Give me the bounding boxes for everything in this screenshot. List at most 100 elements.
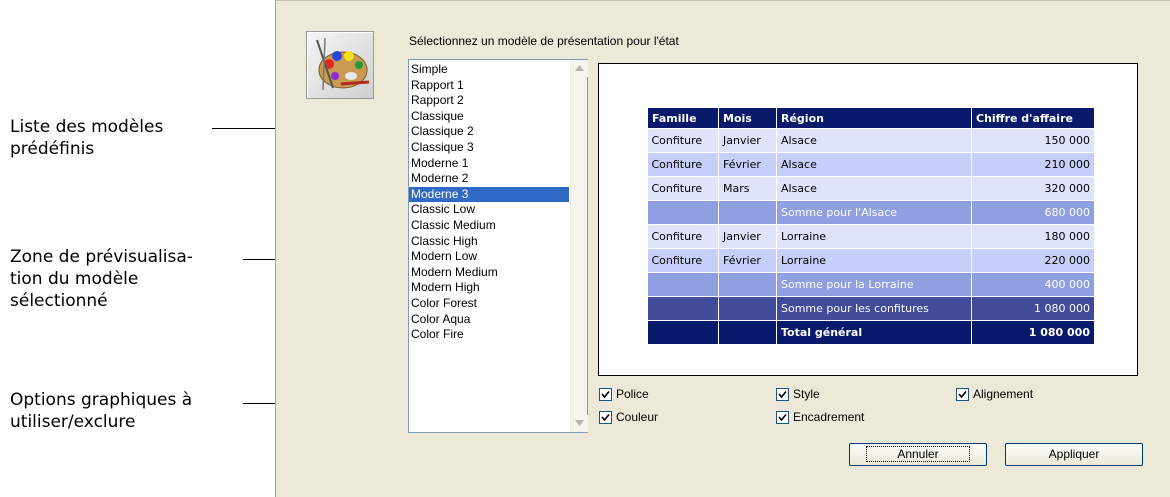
preview-row: Confiture Janvier Lorraine 180 000	[647, 224, 1095, 249]
checkmark-icon	[601, 390, 610, 398]
callout-options: Options graphiques à utiliser/exclure	[10, 389, 192, 433]
preview-cell: 400 000	[971, 272, 1095, 297]
preview-cell: 320 000	[971, 176, 1095, 201]
preview-row: Somme pour la Lorraine 400 000	[647, 272, 1095, 297]
preview-cell: Somme pour l'Alsace	[776, 200, 972, 225]
preview-cell: Somme pour les confitures	[776, 296, 972, 321]
preview-row: Confiture Janvier Alsace 150 000	[647, 128, 1095, 153]
checkbox-police[interactable]	[599, 387, 612, 401]
preview-cell	[647, 200, 719, 225]
checkbox-alignement[interactable]	[956, 387, 969, 401]
checkmark-icon	[958, 390, 967, 398]
callout-text: tion du modèle	[10, 269, 139, 289]
cancel-button[interactable]: Annuler	[849, 443, 987, 466]
preview-row: Total général 1 080 000	[647, 320, 1095, 345]
preview-cell: Lorraine	[776, 224, 972, 249]
template-list-item[interactable]: Moderne 3	[409, 186, 569, 203]
preview-cell	[718, 272, 777, 297]
preview-cell: Alsace	[776, 152, 972, 177]
scroll-down-button[interactable]	[571, 415, 588, 432]
cancel-button-label: Annuler	[866, 446, 970, 462]
apply-button[interactable]: Appliquer	[1005, 443, 1143, 466]
template-list-item[interactable]: Modern Medium	[409, 265, 569, 281]
preview-cell: 220 000	[971, 248, 1095, 273]
template-list-item[interactable]: Modern Low	[409, 249, 569, 265]
callout-text: prédéfinis	[10, 139, 95, 159]
preview-cell: Somme pour la Lorraine	[776, 272, 972, 297]
template-list-item[interactable]: Rapport 2	[409, 93, 569, 109]
preview-cell: Confiture	[647, 224, 719, 249]
preview-row: Confiture Février Lorraine 220 000	[647, 248, 1095, 273]
preview-row: Somme pour l'Alsace 680 000	[647, 200, 1095, 225]
checkmark-icon	[601, 413, 610, 421]
preview-cell	[647, 272, 719, 297]
checkmark-icon	[778, 390, 787, 398]
option-label: Style	[793, 387, 820, 401]
template-list-item[interactable]: Simple	[409, 62, 569, 78]
listbox-scrollbar[interactable]	[570, 60, 588, 432]
preview-cell: 210 000	[971, 152, 1095, 177]
option-label: Couleur	[616, 410, 659, 424]
preview-header-row: Famille Mois Région Chiffre d'affaire	[647, 107, 1095, 129]
preview-row: Somme pour les confitures 1 080 000	[647, 296, 1095, 321]
preview-cell: Alsace	[776, 176, 972, 201]
template-list-item[interactable]: Color Forest	[409, 296, 569, 312]
template-list-item[interactable]: Classique 2	[409, 124, 569, 140]
template-list-item[interactable]: Moderne 1	[409, 156, 569, 172]
preview-cell	[647, 296, 719, 321]
checkbox-style[interactable]	[776, 387, 789, 401]
preview-cell: Confiture	[647, 248, 719, 273]
option-couleur[interactable]: Couleur	[599, 410, 658, 424]
preview-cell: Confiture	[647, 176, 719, 201]
option-encadrement[interactable]: Encadrement	[776, 410, 864, 424]
preview-table: Famille Mois Région Chiffre d'affaire Co…	[647, 107, 1095, 345]
arrow-down-icon	[575, 420, 584, 426]
preview-cell: Confiture	[647, 152, 719, 177]
template-list-item[interactable]: Classic Low	[409, 202, 569, 218]
preview-cell: 1 080 000	[971, 296, 1095, 321]
preview-cell: 150 000	[971, 128, 1095, 153]
scroll-up-button[interactable]	[571, 60, 588, 77]
template-list-item[interactable]: Classic Medium	[409, 218, 569, 234]
template-list-item[interactable]: Modern High	[409, 280, 569, 296]
preview-cell: Confiture	[647, 128, 719, 153]
checkbox-encadrement[interactable]	[776, 410, 789, 424]
preview-cell: Janvier	[718, 128, 777, 153]
preview-zone: Famille Mois Région Chiffre d'affaire Co…	[598, 63, 1138, 376]
template-list-item[interactable]: Rapport 1	[409, 78, 569, 94]
preview-cell	[718, 200, 777, 225]
template-list-item[interactable]: Classic High	[409, 234, 569, 250]
option-police[interactable]: Police	[599, 387, 649, 401]
template-list-item[interactable]: Classique 3	[409, 140, 569, 156]
arrow-up-icon	[575, 65, 584, 71]
option-alignement[interactable]: Alignement	[956, 387, 1033, 401]
template-dialog: Sélectionnez un modèle de présentation p…	[275, 0, 1170, 497]
template-list: Simple Rapport 1 Rapport 2 Classique Classiq…	[409, 62, 569, 343]
header-region: Région	[776, 107, 972, 129]
checkbox-couleur[interactable]	[599, 410, 612, 424]
instruction-label: Sélectionnez un modèle de présentation p…	[409, 34, 679, 48]
preview-row: Confiture Février Alsace 210 000	[647, 152, 1095, 177]
callout-text: Zone de prévisualisa-	[10, 247, 193, 267]
preview-cell	[647, 320, 719, 345]
template-listbox[interactable]: Simple Rapport 1 Rapport 2 Classique Classiq…	[408, 59, 588, 433]
template-list-item[interactable]: Color Aqua	[409, 312, 569, 328]
callout-text: utiliser/exclure	[10, 412, 136, 432]
preview-cell: Alsace	[776, 128, 972, 153]
template-list-item[interactable]: Color Fire	[409, 327, 569, 343]
preview-cell: Février	[718, 152, 777, 177]
callout-preview-zone: Zone de prévisualisa- tion du modèle sél…	[10, 246, 193, 312]
preview-cell: Mars	[718, 176, 777, 201]
option-label: Police	[616, 387, 649, 401]
preview-cell: Février	[718, 248, 777, 273]
option-style[interactable]: Style	[776, 387, 820, 401]
callout-text: Liste des modèles	[10, 117, 164, 137]
preview-cell: Janvier	[718, 224, 777, 249]
template-list-item[interactable]: Classique	[409, 109, 569, 125]
option-label: Encadrement	[793, 410, 865, 424]
preview-cell: 680 000	[971, 200, 1095, 225]
template-list-item[interactable]: Moderne 2	[409, 171, 569, 187]
preview-row: Confiture Mars Alsace 320 000	[647, 176, 1095, 201]
checkmark-icon	[778, 413, 787, 421]
option-label: Alignement	[973, 387, 1034, 401]
